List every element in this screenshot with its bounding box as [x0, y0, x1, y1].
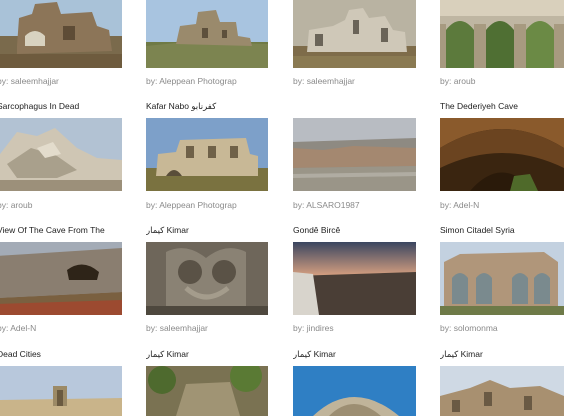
photo-thumbnail[interactable] — [293, 118, 416, 191]
photo-author[interactable]: by: Aleppean Photograp — [146, 200, 286, 211]
photo-title[interactable]: Kafar Nabo كفرنابو — [146, 101, 286, 112]
photo-author[interactable]: by: saleemhajjar — [293, 76, 433, 87]
photo-thumbnail[interactable] — [146, 0, 268, 68]
photo-title[interactable]: Simon Citadel Syria — [440, 225, 580, 236]
photo-thumbnail[interactable] — [0, 242, 122, 315]
photo-title[interactable]: Gondê Bircê — [293, 225, 433, 236]
photo-title[interactable]: Dead Cities — [0, 349, 137, 360]
photo-thumbnail[interactable] — [0, 118, 122, 191]
photo-title[interactable]: كيمار Kimar — [440, 349, 580, 360]
photo-thumbnail[interactable] — [146, 366, 268, 416]
photo-title[interactable]: View Of The Cave From The — [0, 225, 137, 236]
photo-thumbnail[interactable] — [293, 0, 416, 68]
photo-thumbnail[interactable] — [146, 242, 268, 315]
photo-thumbnail[interactable] — [440, 0, 564, 68]
photo-author[interactable]: by: aroub — [440, 76, 580, 87]
photo-title[interactable]: Sarcophagus In Dead — [0, 101, 137, 112]
photo-author[interactable]: by: ALSARO1987 — [293, 200, 433, 211]
photo-title[interactable]: The Dederiyeh Cave — [440, 101, 580, 112]
photo-title[interactable]: كيمار Kimar — [293, 349, 433, 360]
photo-thumbnail[interactable] — [0, 0, 122, 68]
photo-thumbnail[interactable] — [440, 118, 564, 191]
photo-author[interactable]: by: Adel-N — [0, 323, 137, 334]
photo-author[interactable]: by: saleemhajjar — [146, 323, 286, 334]
photo-thumbnail[interactable] — [440, 366, 564, 416]
photo-author[interactable]: by: aroub — [0, 200, 137, 211]
photo-author[interactable]: by: jindires — [293, 323, 433, 334]
photo-author[interactable]: by: Adel-N — [440, 200, 580, 211]
photo-title[interactable]: كيمار Kimar — [146, 349, 286, 360]
photo-thumbnail[interactable] — [0, 366, 122, 416]
photo-thumbnail[interactable] — [293, 242, 416, 315]
photo-author[interactable]: by: solomonma — [440, 323, 580, 334]
photo-thumbnail[interactable] — [146, 118, 268, 191]
photo-author[interactable]: by: saleemhajjar — [0, 76, 137, 87]
photo-title[interactable]: كيمار Kimar — [146, 225, 286, 236]
photo-thumbnail[interactable] — [293, 366, 416, 416]
photo-author[interactable]: by: Aleppean Photograp — [146, 76, 286, 87]
photo-thumbnail[interactable] — [440, 242, 564, 315]
